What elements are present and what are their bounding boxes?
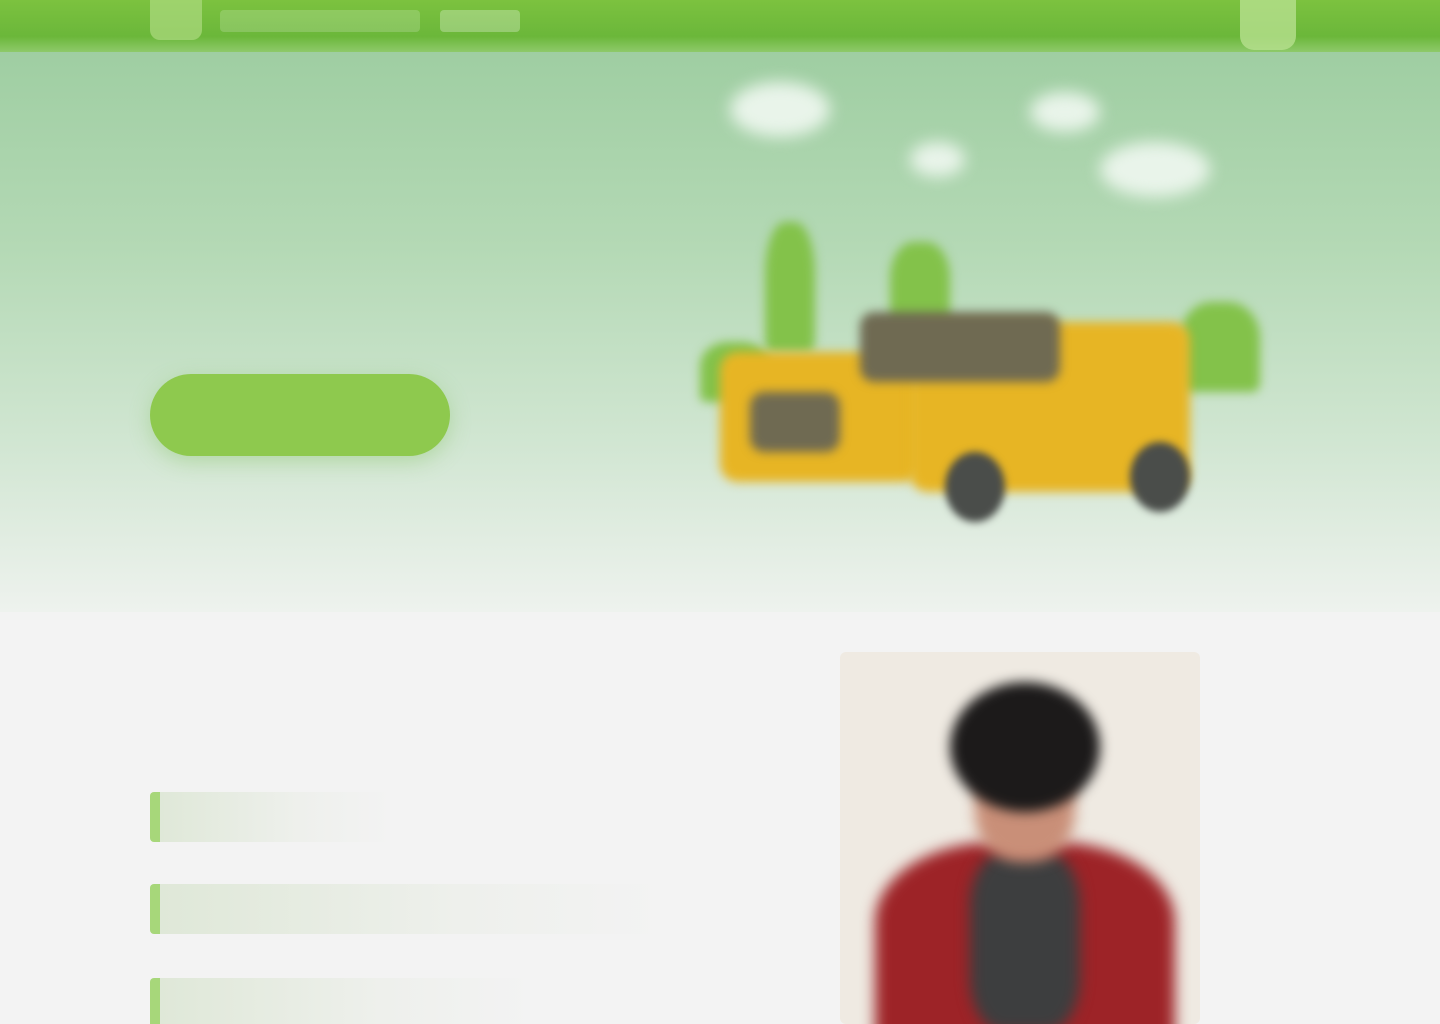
feature-label bbox=[160, 884, 660, 912]
cloud-icon bbox=[730, 82, 830, 137]
feature-item bbox=[150, 792, 390, 842]
account-icon[interactable] bbox=[1240, 0, 1296, 50]
excavator-illustration bbox=[680, 72, 1280, 542]
feature-label bbox=[160, 792, 390, 820]
nav-link-primary[interactable] bbox=[220, 10, 420, 32]
portrait-shirt bbox=[970, 852, 1080, 1024]
feature-item bbox=[150, 978, 530, 1024]
feature-item bbox=[150, 884, 660, 934]
wheel-icon bbox=[1130, 442, 1190, 512]
about-section bbox=[0, 612, 1440, 1024]
cloud-icon bbox=[1100, 142, 1210, 197]
cloud-icon bbox=[1030, 92, 1100, 132]
plant-icon bbox=[1180, 302, 1260, 392]
excavator-cab bbox=[860, 312, 1060, 382]
wheel-icon bbox=[945, 452, 1005, 522]
plant-icon bbox=[765, 222, 815, 352]
feature-label bbox=[160, 978, 530, 1006]
top-navigation-bar bbox=[0, 0, 1440, 52]
hero-section bbox=[0, 52, 1440, 612]
cloud-icon bbox=[910, 142, 965, 177]
portrait-hair bbox=[950, 682, 1100, 812]
cta-button[interactable] bbox=[150, 374, 450, 456]
logo-icon[interactable] bbox=[150, 0, 202, 40]
excavator-bucket bbox=[750, 392, 840, 452]
nav-link-secondary[interactable] bbox=[440, 10, 520, 32]
person-portrait bbox=[840, 652, 1200, 1024]
